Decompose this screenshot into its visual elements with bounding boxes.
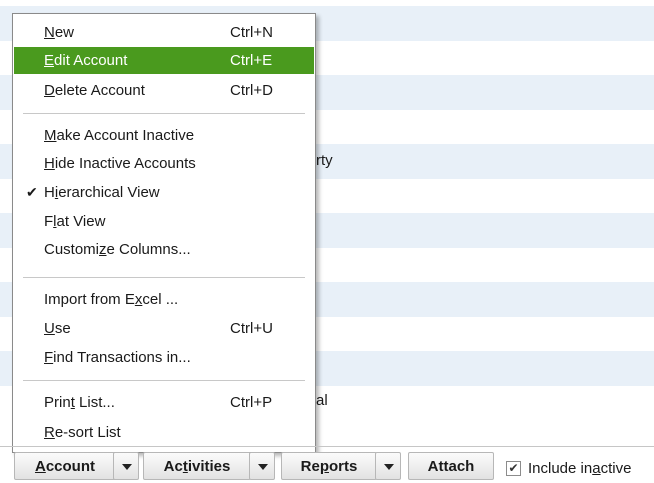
activities-button[interactable]: Activities: [143, 452, 251, 480]
include-inactive-label: Include inactive: [528, 460, 632, 477]
menu-item-label: Find Transactions in...: [44, 349, 191, 366]
include-inactive-checkbox[interactable]: ✔: [506, 461, 521, 476]
menu-item-label: Import from Excel ...: [44, 291, 179, 308]
reports-dropdown-button[interactable]: [375, 452, 401, 480]
menu-item-hide-inactive-accounts[interactable]: Hide Inactive Accounts: [14, 150, 314, 177]
menu-item-customize-columns[interactable]: Customize Columns...: [14, 236, 314, 263]
attach-button[interactable]: Attach: [408, 452, 494, 480]
checkmark-icon: ✔: [26, 184, 38, 200]
toolbar-divider: [0, 446, 654, 447]
activities-button-label: Activities: [163, 458, 231, 475]
menu-item-label: Edit Account: [44, 52, 128, 69]
menu-item-label: Re-sort List: [44, 424, 121, 441]
menu-item-shortcut: Ctrl+D: [230, 82, 273, 99]
menu-item-edit-account[interactable]: Edit Account Ctrl+E: [14, 47, 314, 74]
reports-button-label: Reports: [300, 458, 358, 475]
menu-item-print-list[interactable]: Print List... Ctrl+P: [14, 389, 314, 416]
menu-item-new[interactable]: New Ctrl+N: [14, 19, 314, 46]
menu-item-label: Print List...: [44, 394, 115, 411]
menu-item-shortcut: Ctrl+U: [230, 320, 273, 337]
menu-item-shortcut: Ctrl+N: [230, 24, 273, 41]
menu-item-label: Customize Columns...: [44, 241, 191, 258]
menu-item-label: Use: [44, 320, 71, 337]
menu-item-label: Hide Inactive Accounts: [44, 155, 196, 172]
chevron-down-icon: [384, 464, 394, 470]
menu-item-label: Flat View: [44, 213, 106, 230]
menu-separator: [23, 113, 305, 114]
menu-item-label: Delete Account: [44, 82, 145, 99]
menu-item-flat-view[interactable]: Flat View: [14, 208, 314, 235]
account-button-label: Account: [34, 458, 95, 475]
menu-item-shortcut: Ctrl+E: [230, 52, 273, 69]
account-menu: New Ctrl+N Edit Account Ctrl+E Delete Ac…: [12, 13, 316, 453]
menu-separator: [23, 380, 305, 381]
menu-item-import-from-excel[interactable]: Import from Excel ...: [14, 286, 314, 313]
menu-item-delete-account[interactable]: Delete Account Ctrl+D: [14, 77, 314, 104]
activities-dropdown-button[interactable]: [249, 452, 275, 480]
menu-item-shortcut: Ctrl+P: [230, 394, 273, 411]
menu-item-use[interactable]: Use Ctrl+U: [14, 315, 314, 342]
account-button[interactable]: Account: [14, 452, 116, 480]
menu-item-make-account-inactive[interactable]: Make Account Inactive: [14, 122, 314, 149]
list-row-text: rty: [316, 152, 333, 169]
list-row-text: al: [316, 391, 328, 409]
menu-item-re-sort-list[interactable]: Re-sort List: [14, 419, 314, 446]
chevron-down-icon: [258, 464, 268, 470]
menu-item-label: New: [44, 24, 75, 41]
menu-item-label: Hierarchical View: [44, 184, 160, 201]
chevron-down-icon: [122, 464, 132, 470]
menu-separator: [23, 277, 305, 278]
menu-item-find-transactions[interactable]: Find Transactions in...: [14, 344, 314, 371]
menu-item-label: Make Account Inactive: [44, 127, 195, 144]
attach-button-label: Attach: [427, 458, 475, 475]
account-dropdown-button[interactable]: [113, 452, 139, 480]
menu-item-hierarchical-view[interactable]: ✔ Hierarchical View: [14, 179, 314, 206]
reports-button[interactable]: Reports: [281, 452, 377, 480]
